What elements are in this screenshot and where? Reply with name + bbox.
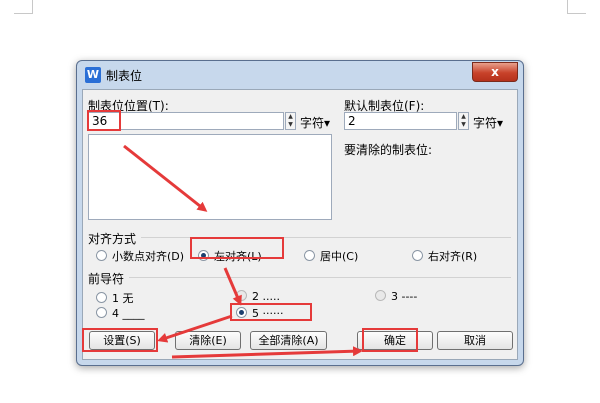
arrow-to-list bbox=[123, 144, 208, 212]
arrow-to-ok-button bbox=[171, 346, 363, 359]
arrow-to-set-button bbox=[157, 314, 233, 343]
arrow-to-leader-5 bbox=[223, 267, 242, 306]
annotation-arrows bbox=[123, 144, 363, 359]
